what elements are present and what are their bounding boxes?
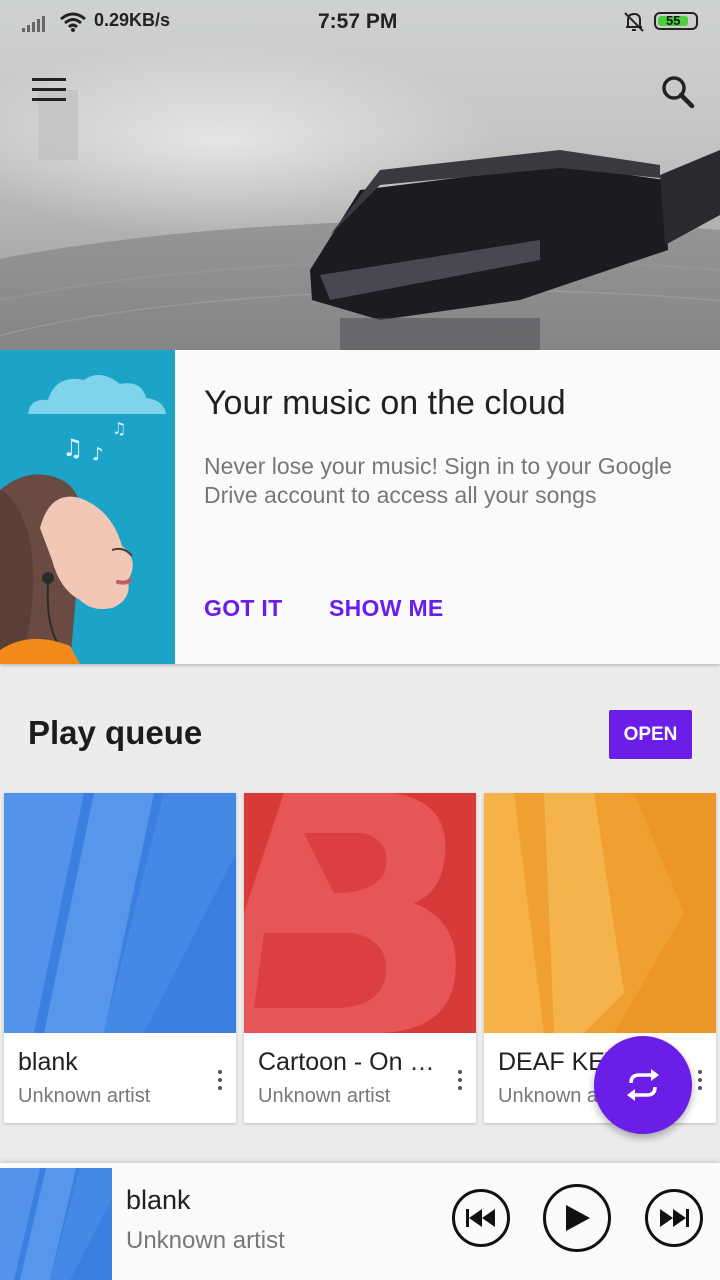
show-me-button[interactable]: SHOW ME [329, 595, 444, 622]
hero-banner [0, 0, 720, 350]
more-options-icon[interactable] [694, 1068, 706, 1092]
queue-item-title: Cartoon - On & On [258, 1048, 448, 1076]
now-playing-album-art [0, 1168, 112, 1280]
open-queue-button[interactable]: OPEN [609, 710, 692, 759]
hamburger-menu-icon[interactable] [26, 70, 72, 110]
svg-text:♫: ♫ [112, 419, 126, 438]
wifi-icon [60, 12, 86, 32]
album-art [484, 793, 716, 1033]
play-button[interactable] [543, 1184, 611, 1252]
play-queue-title: Play queue [28, 714, 203, 751]
network-speed: 0.29KB/s [94, 10, 171, 30]
cloud-promo-card: ♫ ♪ ♫ Your music on the cloud Never lose… [0, 350, 720, 664]
cloud-card-description: Never lose your music! Sign in to your G… [204, 453, 672, 508]
queue-item[interactable]: Cartoon - On & On Unknown artist [244, 793, 476, 1123]
skip-next-button[interactable] [645, 1189, 703, 1247]
turntable-image [0, 90, 720, 350]
got-it-button[interactable]: GOT IT [204, 595, 282, 622]
svg-text:♫: ♫ [62, 434, 84, 462]
repeat-icon [627, 1069, 659, 1101]
now-playing-bar[interactable]: blank Unknown artist [0, 1163, 720, 1280]
battery-percentage: 55 [666, 13, 681, 28]
now-playing-artist: Unknown artist [126, 1227, 285, 1254]
queue-item-artist: Unknown artist [258, 1085, 391, 1107]
clock: 7:57 PM [318, 10, 398, 33]
svg-text:♪: ♪ [92, 444, 104, 465]
queue-item-artist: Unknown artist [18, 1085, 151, 1107]
battery-indicator: 55 [654, 12, 698, 30]
cloud-card-title: Your music on the cloud [204, 384, 566, 422]
muted-bell-icon [624, 12, 644, 32]
signal-icon [22, 16, 45, 32]
repeat-fab-button[interactable] [594, 1036, 692, 1134]
queue-item-title: blank [18, 1048, 78, 1076]
skip-previous-icon [466, 1209, 495, 1227]
status-bar: 0.29KB/s 7:57 PM 55 [0, 0, 720, 44]
cloud-illustration: ♫ ♪ ♫ [0, 350, 175, 664]
search-icon[interactable] [656, 70, 700, 114]
skip-next-icon [660, 1209, 689, 1227]
play-icon [566, 1205, 590, 1231]
now-playing-title: blank [126, 1185, 191, 1215]
more-options-icon[interactable] [214, 1068, 226, 1092]
album-art [4, 793, 236, 1033]
more-options-icon[interactable] [454, 1068, 466, 1092]
woman-listening-illustration: ♫ ♪ ♫ [0, 374, 166, 664]
queue-item[interactable]: blank Unknown artist [4, 793, 236, 1123]
album-art [244, 793, 476, 1033]
skip-previous-button[interactable] [452, 1189, 510, 1247]
